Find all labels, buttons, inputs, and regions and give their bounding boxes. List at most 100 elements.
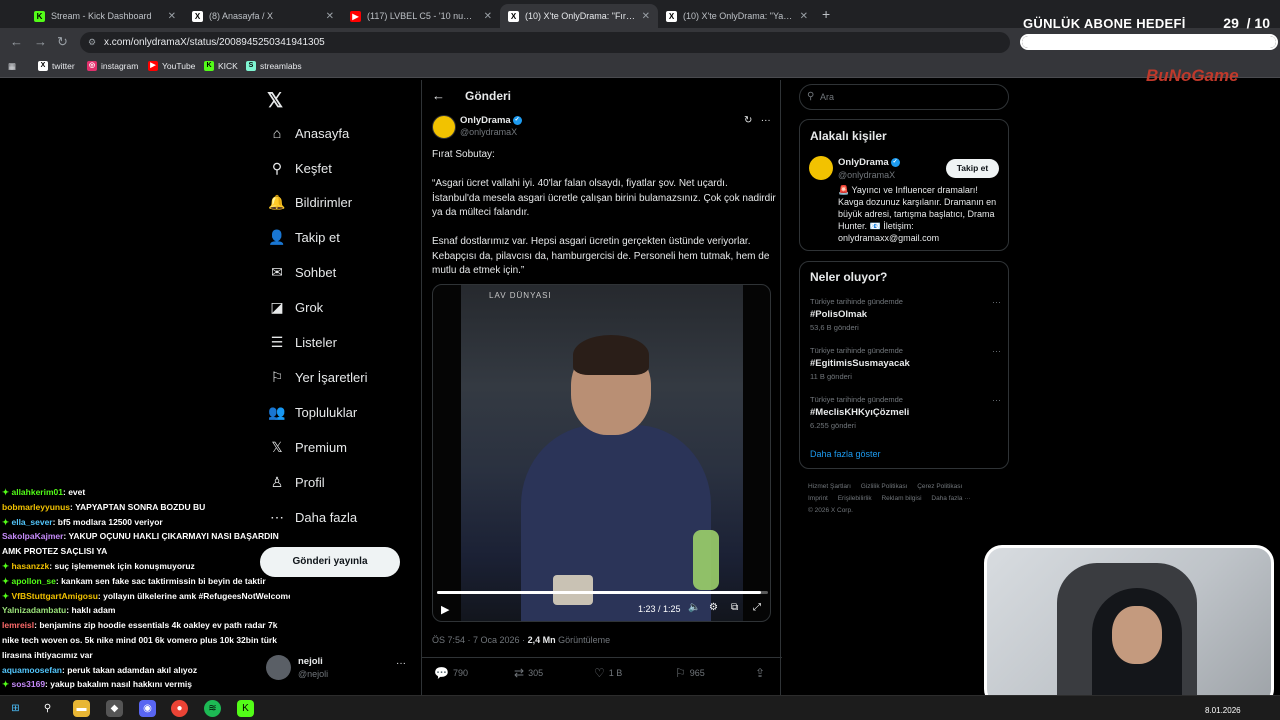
apps-icon[interactable]: ▦	[8, 61, 16, 72]
trend-item[interactable]: Türkiye tarihinde gündemde #MeclisKHKyıÇ…	[810, 395, 1005, 439]
footer-link[interactable]: Daha fazla ···	[931, 495, 970, 502]
forward-icon[interactable]: →	[34, 34, 47, 49]
tab-youtube[interactable]: ▶ (117) LVBEL C5 - '10 numara, - ✕	[342, 4, 500, 28]
settings-icon[interactable]: ⚙	[709, 602, 718, 613]
tab-onlydrama-firat[interactable]: X (10) X'te OnlyDrama: "Fırat Sob" ✕	[500, 4, 658, 28]
discord-icon[interactable]: ◉	[139, 700, 156, 717]
sidebar-item-premium[interactable]: 𝕏 Premium	[268, 439, 347, 456]
related-name[interactable]: OnlyDrama ✓	[838, 157, 900, 168]
chat-username[interactable]: ella_sever	[11, 517, 52, 527]
tab-kick-dashboard[interactable]: K Stream - Kick Dashboard ✕	[26, 4, 184, 28]
sidebar-item-bildirimler[interactable]: 🔔 Bildirimler	[268, 194, 352, 211]
footer-link[interactable]: Gizlilik Politikası	[861, 483, 908, 490]
chat-username[interactable]: apollon_se	[11, 576, 55, 586]
repost-button[interactable]: ⇄ 305	[514, 666, 543, 680]
bookmark-instagram[interactable]: ◎ instagram	[87, 61, 138, 71]
new-tab-button[interactable]: +	[822, 6, 830, 22]
grok-icon[interactable]: ↻	[744, 115, 752, 126]
close-icon[interactable]: ✕	[642, 11, 650, 22]
like-button[interactable]: ♡ 1 B	[594, 666, 622, 680]
related-handle[interactable]: @onlydramaX	[838, 170, 895, 180]
avatar[interactable]	[432, 115, 456, 139]
follow-button[interactable]: Takip et	[946, 159, 999, 178]
play-icon[interactable]: ▶	[441, 603, 449, 616]
reload-icon[interactable]: ↻	[57, 34, 68, 50]
footer-link[interactable]: Imprint	[808, 495, 828, 502]
trend-item[interactable]: Türkiye tarihinde gündemde #EgitimisSusm…	[810, 346, 1005, 390]
bookmark-twitter[interactable]: Xtwitter	[38, 61, 75, 71]
footer-link[interactable]: Çerez Politikası	[917, 483, 962, 490]
search-placeholder: Ara	[820, 92, 835, 102]
chat-message: ✦ hasanzzk: suç işlememek için konuşmuyo…	[0, 559, 290, 574]
chat-username[interactable]: VfBStuttgartAmigosu	[11, 591, 97, 601]
reply-button[interactable]: 💬 790	[434, 666, 468, 680]
x-logo-icon[interactable]: 𝕏	[267, 88, 283, 113]
chrome-icon[interactable]: ●	[171, 700, 188, 717]
url-field[interactable]: ⚙ x.com/onlydramaX/status/20089452503419…	[80, 32, 1010, 53]
sidebar-item-keşfet[interactable]: ⚲ Keşfet	[268, 160, 332, 177]
file-explorer-icon[interactable]: ▬	[73, 700, 90, 717]
close-icon[interactable]: ✕	[168, 11, 176, 22]
search-input[interactable]: ⚲ Ara	[799, 84, 1009, 110]
sidebar-item-yer-i-şaretleri[interactable]: ⚐ Yer İşaretleri	[268, 369, 368, 386]
tab-onlydrama-yakup[interactable]: X (10) X'te OnlyDrama: "YakupTV" ✕	[658, 4, 816, 28]
more-icon[interactable]: ···	[761, 115, 771, 126]
more-icon[interactable]: ···	[992, 297, 1001, 307]
tab-x-home[interactable]: X (8) Anasayfa / X ✕	[184, 4, 342, 28]
chat-username[interactable]: bobmarleyyunus	[2, 502, 70, 512]
more-icon[interactable]: ···	[992, 346, 1001, 356]
video-player[interactable]: LAV DÜNYASI ▶ 1:23 / 1:25 🔈 ⚙ ⧉ ⤢	[432, 284, 771, 622]
video-time: 1:23 / 1:25	[638, 604, 681, 614]
chat-username[interactable]: Yalnizadambatu	[2, 605, 66, 615]
search-icon[interactable]: ⚲	[39, 700, 56, 717]
back-icon[interactable]: ←	[10, 34, 23, 49]
app-icon[interactable]: ◆	[106, 700, 123, 717]
close-icon[interactable]: ✕	[800, 11, 808, 22]
sidebar-item-listeler[interactable]: ☰ Listeler	[268, 334, 337, 351]
post-handle[interactable]: @onlydramaX	[460, 127, 517, 137]
more-icon[interactable]: ···	[396, 658, 406, 669]
sidebar-item-grok[interactable]: ◪ Grok	[268, 299, 323, 316]
footer-link[interactable]: Hizmet Şartları	[808, 483, 851, 490]
chat-username[interactable]: sos3169	[11, 679, 45, 689]
footer-link[interactable]: Reklam bilgisi	[881, 495, 921, 502]
video-progress-bar[interactable]	[437, 591, 768, 594]
spotify-icon[interactable]: ≋	[204, 700, 221, 717]
more-icon[interactable]: ···	[992, 395, 1001, 405]
home-icon: ⌂	[272, 125, 282, 141]
bookmark-kick[interactable]: K KICK	[204, 61, 238, 71]
windows-start-icon[interactable]: ⊞	[7, 700, 24, 717]
bookmark-streamlabs[interactable]: Sstreamlabs	[246, 61, 302, 71]
pip-icon[interactable]: ⧉	[731, 602, 738, 613]
kick-icon[interactable]: K	[237, 700, 254, 717]
chat-username[interactable]: lemreisl	[2, 620, 34, 630]
sidebar-item-takip-et[interactable]: 👤 Takip et	[268, 229, 340, 246]
bookmark-count: 965	[689, 668, 705, 678]
bookmark-button[interactable]: ⚐ 965	[675, 666, 705, 680]
bookmark-youtube[interactable]: ▶ YouTube	[148, 61, 195, 71]
chat-username[interactable]: hasanzzk	[11, 561, 49, 571]
sidebar-item-sohbet[interactable]: ✉ Sohbet	[268, 264, 336, 281]
sidebar-item-anasayfa[interactable]: ⌂ Anasayfa	[268, 125, 349, 141]
volume-icon[interactable]: 🔈	[688, 602, 700, 613]
goal-progress-fill	[1022, 36, 1276, 48]
fullscreen-icon[interactable]: ⤢	[753, 602, 761, 613]
chat-username[interactable]: allahkerim01	[11, 487, 63, 497]
bookmarks-bar: ▦ Xtwitter ◎ instagram ▶ YouTube K KICK Sst…	[0, 56, 1280, 78]
post-body: Fırat Sobutay: “Asgari ücret vallahi iyi…	[432, 148, 777, 293]
site-info-icon[interactable]: ⚙	[88, 32, 96, 53]
post-author[interactable]: OnlyDrama ✓	[460, 115, 522, 126]
close-icon[interactable]: ✕	[326, 11, 334, 22]
avatar[interactable]	[809, 156, 833, 180]
trend-item[interactable]: Türkiye tarihinde gündemde #PolisOlmak 5…	[810, 297, 1005, 341]
chat-username[interactable]: aquamoosefan	[2, 665, 62, 675]
sidebar-item-label: Yer İşaretleri	[295, 370, 368, 385]
sidebar-item-topluluklar[interactable]: 👥 Topluluklar	[268, 404, 357, 421]
back-arrow-icon[interactable]: ←	[432, 88, 445, 103]
chat-username[interactable]: SakolpaKajmer	[2, 531, 63, 541]
chat-text: : yollayın ülkelerine amk #RefugeesNotWe…	[97, 590, 290, 601]
footer-link[interactable]: Erişilebilirlik	[838, 495, 872, 502]
show-more-link[interactable]: Daha fazla göster	[810, 449, 881, 459]
close-icon[interactable]: ✕	[484, 11, 492, 22]
share-button[interactable]: ⇪	[755, 666, 769, 680]
